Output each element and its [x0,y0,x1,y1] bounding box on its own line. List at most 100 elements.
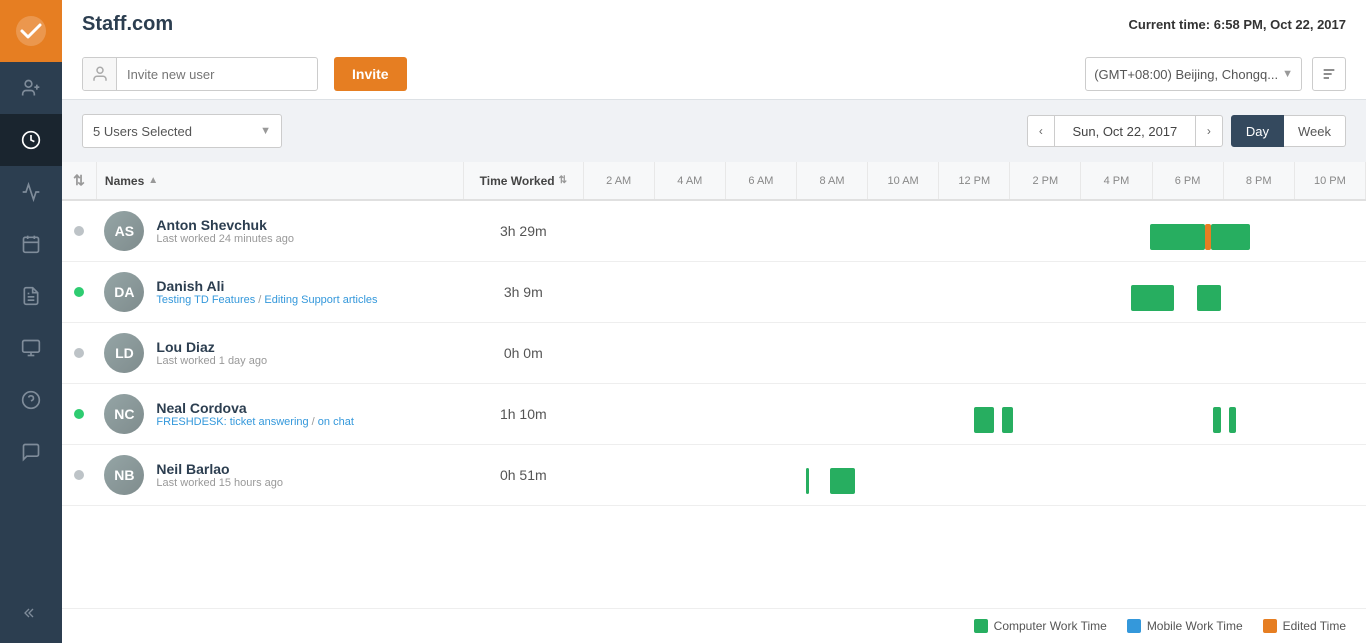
time-table: ⇅ Names ▲ Time Worked ⇅ 2 A [62,162,1366,506]
sort-icon: ⇅ [559,175,567,186]
timeline-bar [974,407,994,433]
sidebar-expand-btn[interactable] [0,593,62,633]
invite-input[interactable] [117,67,317,82]
timeline-bar [830,468,855,494]
user-cell[interactable]: AS Anton ShevchukLast worked 24 minutes a… [96,201,463,261]
date-prev-btn[interactable]: ‹ [1027,115,1055,147]
table-row: LDLou DiazLast worked 1 day ago0h 0m [62,323,1366,384]
view-week-btn[interactable]: Week [1284,115,1346,147]
legend-mobile: Mobile Work Time [1127,619,1243,633]
col-2pm: 2 PM [1010,162,1081,200]
sidebar-item-timesheets[interactable] [0,114,62,166]
filter-icon-btn[interactable] [1312,57,1346,91]
users-dropdown[interactable]: 5 Users Selected ▼ [82,114,282,148]
user-sub: Testing TD Features / Editing Support ar… [156,294,377,306]
sidebar-item-projects[interactable] [0,322,62,374]
table-container: ⇅ Names ▲ Time Worked ⇅ 2 A [62,162,1366,608]
activity-link[interactable]: Editing Support articles [264,294,377,306]
header: Staff.com Current time: 6:58 PM, Oct 22,… [62,0,1366,100]
time-worked-cell: 1h 10m [463,384,583,445]
col-6am: 6 AM [725,162,796,200]
status-dot [74,348,84,358]
sidebar-logo[interactable] [0,0,62,62]
timeline-cell [583,262,1365,323]
sidebar-item-messages[interactable] [0,426,62,478]
user-cell[interactable]: NBNeil BarlaoLast worked 15 hours ago [96,445,463,505]
activity-link[interactable]: Testing TD Features [156,294,255,306]
col-10pm: 10 PM [1294,162,1365,200]
time-worked-cell: 3h 29m [463,200,583,262]
app-title: Staff.com [82,13,173,36]
legend-computer-label: Computer Work Time [994,619,1107,633]
timeline-bar [1002,407,1014,433]
status-dot [74,409,84,419]
controls-bar: 5 Users Selected ▼ ‹ Sun, Oct 22, 2017 ›… [62,100,1366,162]
sidebar-item-add-user[interactable] [0,62,62,114]
current-time-label: Current time: 6:58 PM, Oct 22, 2017 [1129,17,1347,32]
timeline-bars [583,468,1365,496]
status-dot [74,470,84,480]
timeline-bar [1211,224,1250,250]
table-row: NC Neal CordovaFRESHDESK: ticket answerin… [62,384,1366,445]
main-content: Staff.com Current time: 6:58 PM, Oct 22,… [62,0,1366,643]
view-toggle: Day Week [1231,115,1346,147]
timeline-bar [1229,407,1237,433]
sidebar-item-reports[interactable] [0,270,62,322]
status-dot [74,226,84,236]
user-sub: Last worked 24 minutes ago [156,233,294,245]
date-display: Sun, Oct 22, 2017 [1055,115,1195,147]
legend-mobile-label: Mobile Work Time [1147,619,1243,633]
sidebar-item-help[interactable] [0,374,62,426]
avatar: LD [104,333,144,373]
date-next-btn[interactable]: › [1195,115,1223,147]
invite-button[interactable]: Invite [334,57,407,91]
avatar: NC [104,394,144,434]
header-top: Staff.com Current time: 6:58 PM, Oct 22,… [82,0,1346,50]
timezone-selector[interactable]: (GMT+08:00) Beijing, Chongq... ▼ [1085,57,1302,91]
user-name: Neal Cordova [156,400,353,416]
legend: Computer Work Time Mobile Work Time Edit… [62,608,1366,643]
view-day-btn[interactable]: Day [1231,115,1284,147]
header-bottom: Invite (GMT+08:00) Beijing, Chongq... ▼ [82,50,1346,100]
avatar: AS [104,211,144,251]
sidebar-item-activity[interactable] [0,166,62,218]
user-name: Anton Shevchuk [156,217,294,233]
user-cell[interactable]: NC Neal CordovaFRESHDESK: ticket answerin… [96,384,463,444]
timeline-bars [583,346,1365,374]
table-row: NBNeil BarlaoLast worked 15 hours ago0h … [62,445,1366,506]
col-header-time-worked: Time Worked ⇅ [463,162,583,200]
sidebar [0,0,62,643]
timeline-bars [583,224,1365,252]
legend-edited-label: Edited Time [1283,619,1346,633]
user-name: Danish Ali [156,278,377,294]
status-dot [74,287,84,297]
edited-color-swatch [1263,619,1277,633]
user-cell[interactable]: DADanish AliTesting TD Features / Editin… [96,262,463,322]
user-cell[interactable]: LDLou DiazLast worked 1 day ago [96,323,463,383]
activity-link[interactable]: FRESHDESK: ticket answering [156,416,308,428]
sidebar-item-calendar[interactable] [0,218,62,270]
time-worked-cell: 0h 51m [463,445,583,506]
current-time-value: 6:58 PM, Oct 22, 2017 [1214,17,1346,32]
timeline-bar [1197,285,1220,311]
legend-computer: Computer Work Time [974,619,1107,633]
activity-link[interactable]: on chat [318,416,354,428]
sort-arrows-icon: ⇅ [73,172,85,188]
dropdown-chevron-icon: ▼ [260,125,271,137]
time-worked-cell: 3h 9m [463,262,583,323]
legend-edited: Edited Time [1263,619,1346,633]
col-4pm: 4 PM [1081,162,1152,200]
timeline-cell [583,200,1365,262]
col-2am: 2 AM [583,162,654,200]
timeline-bars [583,407,1365,435]
chevron-down-icon: ▼ [1282,68,1293,80]
computer-color-swatch [974,619,988,633]
timeline-cell [583,323,1365,384]
col-header-names: Names ▲ [96,162,463,200]
invite-input-wrap [82,57,318,91]
col-10am: 10 AM [868,162,939,200]
timeline-bar [806,468,809,494]
user-icon [83,57,117,91]
table-row: DADanish AliTesting TD Features / Editin… [62,262,1366,323]
col-6pm: 6 PM [1152,162,1223,200]
